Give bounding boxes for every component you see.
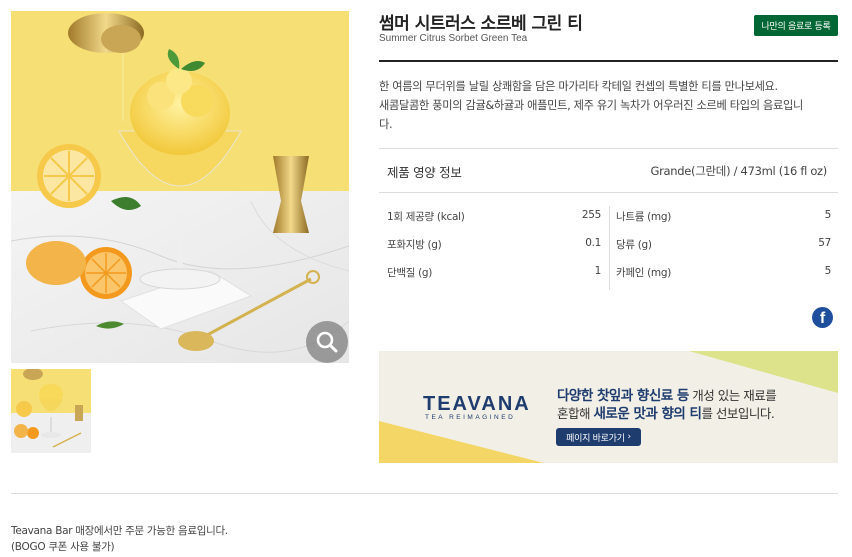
serving-size: Grande(그란데) / 473ml (16 fl oz)	[650, 164, 828, 178]
nutrient-label: 나트륨 (mg)	[616, 211, 672, 223]
nutrient-value: 1	[594, 265, 602, 277]
availability-note: Teavana Bar 매장에서만 주문 가능한 음료입니다.	[11, 525, 228, 537]
facebook-share-button[interactable]: f	[812, 307, 833, 328]
nutrient-value: 57	[818, 237, 831, 249]
footer-divider	[11, 493, 838, 494]
nutrient-label: 카페인 (mg)	[616, 267, 672, 279]
nutrient-value: 5	[824, 209, 832, 221]
coupon-note: (BOGO 쿠폰 사용 불가)	[11, 541, 115, 553]
product-title: 썸머 시트러스 소르베 그린 티	[379, 14, 583, 34]
nutrient-value: 0.1	[585, 237, 601, 249]
nutrient-label: 당류 (g)	[616, 239, 652, 251]
banner-text-line1: 다양한 찻잎과 향신료 등 개성 있는 재료를	[557, 388, 777, 404]
nutrient-value: 255	[581, 209, 601, 221]
nutrient-label: 단백질 (g)	[387, 267, 433, 279]
sorbet-thumbnail-image	[11, 369, 91, 453]
nutrient-value: 5	[824, 265, 832, 277]
teavana-logo: TEAVANA	[423, 393, 531, 415]
product-description: 한 여름의 무더위를 날릴 상쾌함을 담은 마가리타 칵테일 컨셉의 특별한 티…	[379, 80, 803, 131]
go-to-page-button[interactable]: 페이지 바로가기 ›	[556, 428, 641, 446]
nutrition-top-divider	[379, 148, 838, 149]
product-thumbnail[interactable]	[11, 369, 91, 453]
magnifier-icon	[316, 331, 338, 353]
zoom-button[interactable]	[306, 321, 348, 363]
nutrition-column-divider	[609, 206, 610, 290]
facebook-icon: f	[819, 310, 826, 327]
title-divider	[379, 60, 838, 62]
nutrient-label: 1회 제공량 (kcal)	[387, 211, 465, 223]
product-main-image[interactable]	[11, 11, 349, 363]
teavana-banner[interactable]: TEAVANA TEA REIMAGINED 다양한 찻잎과 향신료 등 개성 …	[379, 351, 838, 463]
banner-text-line2: 혼합해 새로운 맛과 향의 티를 선보입니다.	[557, 406, 775, 422]
register-my-drink-button[interactable]: 나만의 음료로 등록	[754, 15, 838, 36]
nutrient-label: 포화지방 (g)	[387, 239, 442, 251]
chevron-right-icon: ›	[627, 432, 632, 442]
product-title-english: Summer Citrus Sorbet Green Tea	[379, 33, 528, 44]
nutrition-header-divider	[379, 192, 838, 193]
sorbet-drink-photo	[11, 11, 349, 363]
teavana-tagline: TEA REIMAGINED	[425, 414, 516, 421]
nutrition-heading: 제품 영양 정보	[387, 165, 462, 180]
